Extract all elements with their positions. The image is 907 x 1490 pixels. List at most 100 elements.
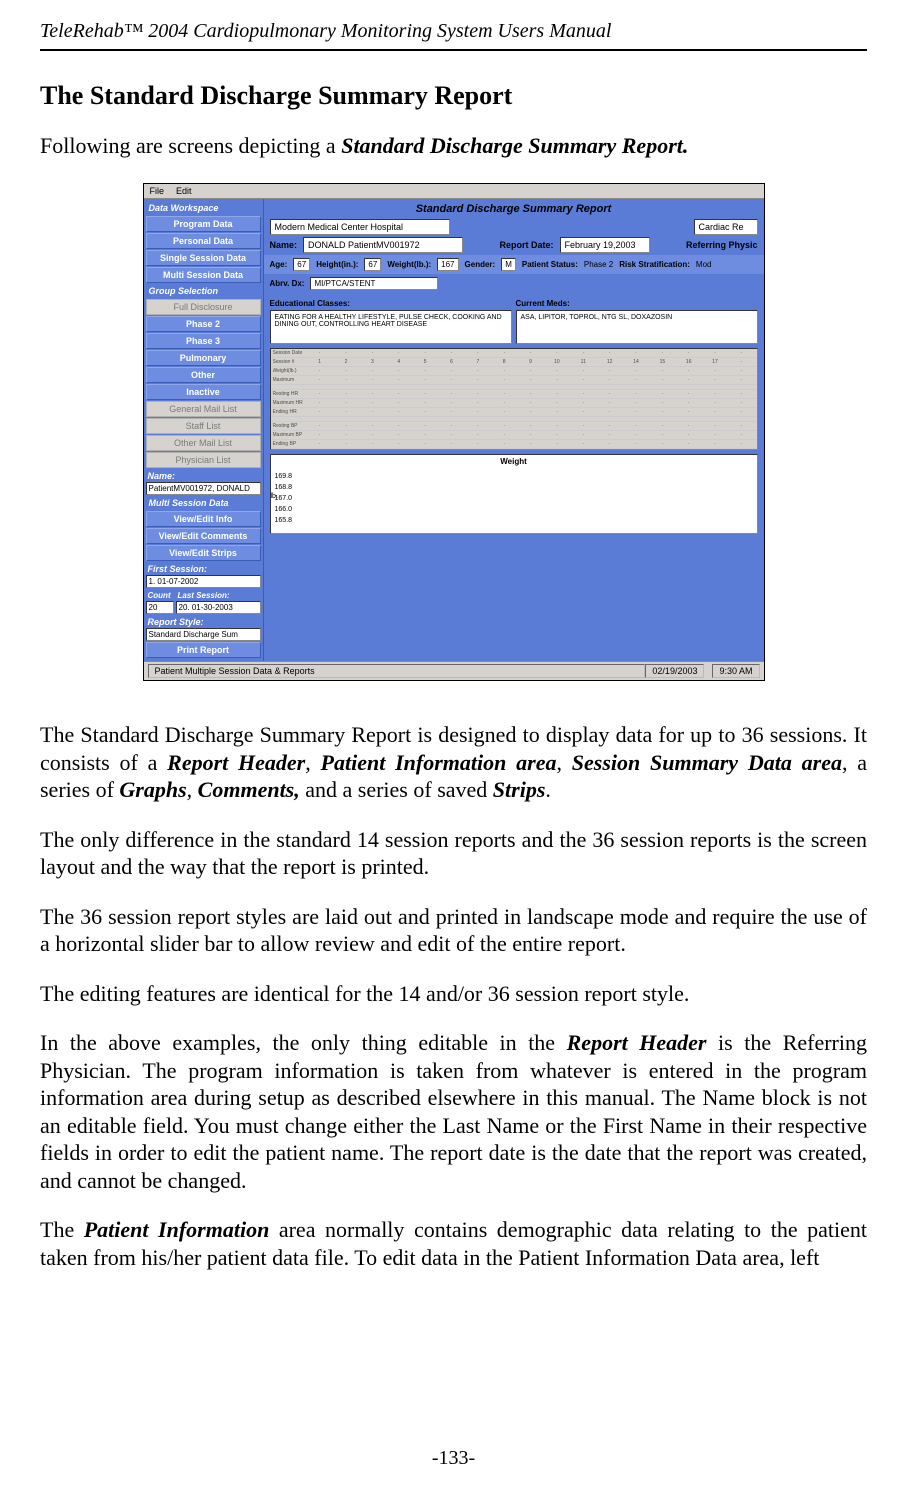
table-row-label: Ending BP bbox=[273, 441, 307, 447]
abrv-input[interactable]: MI/PTCA/STENT bbox=[310, 277, 438, 290]
table-row-label: Maximum HR bbox=[273, 400, 307, 406]
paragraph-1: The Standard Discharge Summary Report is… bbox=[40, 721, 867, 804]
text: and a series of saved bbox=[300, 777, 493, 802]
emphasis: Session Summary Data area bbox=[572, 750, 842, 775]
height-input[interactable]: 67 bbox=[364, 258, 381, 271]
content-pane: Standard Discharge Summary Report Modern… bbox=[264, 199, 764, 661]
intro-emphasis: Standard Discharge Summary Report. bbox=[341, 133, 688, 158]
age-input[interactable]: 67 bbox=[293, 258, 310, 271]
section-title: The Standard Discharge Summary Report bbox=[40, 81, 867, 111]
sidebar-last-session-input[interactable]: 20. 01-30-2003 bbox=[176, 601, 261, 614]
menu-file[interactable]: File bbox=[150, 186, 165, 196]
sidebar-item-inactive[interactable]: Inactive bbox=[146, 384, 261, 400]
patient-info-bar: Age: 67 Height(in.): 67 Weight(lb.): 167… bbox=[264, 255, 764, 274]
gender-label: Gender: bbox=[465, 260, 496, 269]
sidebar-item-view-edit-strips[interactable]: View/Edit Strips bbox=[146, 545, 261, 561]
paragraph-2: The only difference in the standard 14 s… bbox=[40, 826, 867, 881]
paragraph-3: The 36 session report styles are laid ou… bbox=[40, 903, 867, 958]
page-number: -133- bbox=[0, 1447, 907, 1470]
gender-input[interactable]: M bbox=[501, 258, 516, 271]
sidebar-count-input[interactable]: 20 bbox=[146, 601, 174, 614]
sidebar-count-label: Count bbox=[146, 589, 174, 600]
sidebar-item-phase2[interactable]: Phase 2 bbox=[146, 316, 261, 332]
table-row-label: Maximum BP bbox=[273, 432, 307, 438]
status-left: Patient Multiple Session Data & Reports bbox=[148, 664, 646, 678]
weight-chart-title: Weight bbox=[271, 455, 757, 468]
y-tick: 167.0 bbox=[275, 493, 293, 504]
table-row-label: Session Date bbox=[273, 350, 307, 356]
table-row-label: Weight(lb.) bbox=[273, 368, 307, 374]
edu-meds-row: Educational Classes: EATING FOR A HEALTH… bbox=[264, 293, 764, 346]
ref-phys-label: Referring Physic bbox=[686, 240, 758, 250]
edu-content[interactable]: EATING FOR A HEALTHY LIFESTYLE, PULSE CH… bbox=[270, 310, 512, 344]
sidebar-item-pulmonary[interactable]: Pulmonary bbox=[146, 350, 261, 366]
hospital-name-field[interactable]: Modern Medical Center Hospital bbox=[270, 219, 450, 235]
menu-edit[interactable]: Edit bbox=[176, 186, 192, 196]
text: , bbox=[305, 750, 320, 775]
risk-label: Risk Stratification: bbox=[619, 260, 690, 269]
sidebar-item-view-edit-info[interactable]: View/Edit Info bbox=[146, 511, 261, 527]
running-header: TeleRehab™ 2004 Cardiopulmonary Monitori… bbox=[40, 20, 867, 43]
risk-value: Mod bbox=[696, 260, 712, 269]
sidebar-item-print-report[interactable]: Print Report bbox=[146, 642, 261, 658]
height-label: Height(in.): bbox=[316, 260, 358, 269]
name-field: DONALD PatientMV001972 bbox=[303, 237, 463, 253]
sidebar-report-style-label: Report Style: bbox=[146, 615, 261, 627]
sidebar-first-session-input[interactable]: 1. 01-07-2002 bbox=[146, 575, 261, 588]
sidebar-item-other-mail: Other Mail List bbox=[146, 435, 261, 451]
y-tick: 169.8 bbox=[275, 471, 293, 482]
sidebar-name-input[interactable]: PatientMV001972, DONALD bbox=[146, 482, 261, 495]
emphasis: Report Header bbox=[167, 750, 305, 775]
report-date-label: Report Date: bbox=[499, 240, 553, 250]
weight-chart-yaxis: 169.8 168.8 167.0 166.0 165.8 bbox=[275, 471, 293, 526]
text: The bbox=[40, 1217, 84, 1242]
sidebar-group-multi-session-data: Multi Session Data bbox=[146, 496, 261, 510]
table-row-label: Ending HR bbox=[273, 409, 307, 415]
menubar: File Edit bbox=[144, 184, 764, 199]
status-value: Phase 2 bbox=[584, 260, 613, 269]
text: , bbox=[556, 750, 571, 775]
table-row-label: Session # bbox=[273, 359, 307, 365]
emphasis: Patient Information area bbox=[321, 750, 557, 775]
sidebar-group-group-selection: Group Selection bbox=[146, 284, 261, 298]
cardiac-field[interactable]: Cardiac Re bbox=[694, 219, 758, 235]
weight-input[interactable]: 167 bbox=[437, 258, 458, 271]
sidebar-item-view-edit-comments[interactable]: View/Edit Comments bbox=[146, 528, 261, 544]
y-tick: 168.8 bbox=[275, 482, 293, 493]
intro-paragraph: Following are screens depicting a Standa… bbox=[40, 133, 867, 159]
app-screenshot: File Edit Data Workspace Program Data Pe… bbox=[143, 183, 765, 681]
sidebar-item-single-session[interactable]: Single Session Data bbox=[146, 250, 261, 266]
sidebar-item-program-data[interactable]: Program Data bbox=[146, 216, 261, 232]
sidebar-item-multi-session[interactable]: Multi Session Data bbox=[146, 267, 261, 283]
emphasis: Strips bbox=[493, 777, 546, 802]
report-date-field: February 19,2003 bbox=[560, 237, 650, 253]
age-label: Age: bbox=[270, 260, 288, 269]
session-data-table[interactable]: Session Date················· Session #1… bbox=[270, 348, 758, 450]
sidebar-report-style-input[interactable]: Standard Discharge Sum bbox=[146, 628, 261, 641]
sidebar-group-data-workspace: Data Workspace bbox=[146, 201, 261, 215]
sidebar-item-personal-data[interactable]: Personal Data bbox=[146, 233, 261, 249]
sidebar-item-physician-list: Physician List bbox=[146, 452, 261, 468]
emphasis: Patient Information bbox=[84, 1217, 270, 1242]
paragraph-5: In the above examples, the only thing ed… bbox=[40, 1029, 867, 1194]
weight-chart: Weight lb. 169.8 168.8 167.0 166.0 165.8 bbox=[270, 454, 758, 534]
status-time: 9:30 AM bbox=[712, 664, 759, 678]
intro-text: Following are screens depicting a bbox=[40, 133, 341, 158]
report-header-row1: Modern Medical Center Hospital Cardiac R… bbox=[264, 219, 764, 237]
text: In the above examples, the only thing ed… bbox=[40, 1030, 567, 1055]
y-tick: 166.0 bbox=[275, 504, 293, 515]
sidebar-name-label: Name: bbox=[146, 469, 261, 481]
text: , bbox=[187, 777, 198, 802]
report-title: Standard Discharge Summary Report bbox=[264, 199, 764, 219]
sidebar-item-phase3[interactable]: Phase 3 bbox=[146, 333, 261, 349]
y-tick: 165.8 bbox=[275, 515, 293, 526]
emphasis: Graphs bbox=[119, 777, 186, 802]
sidebar-item-full-disclosure: Full Disclosure bbox=[146, 299, 261, 315]
emphasis: Comments, bbox=[198, 777, 300, 802]
sidebar-item-other[interactable]: Other bbox=[146, 367, 261, 383]
sidebar: Data Workspace Program Data Personal Dat… bbox=[144, 199, 264, 661]
sidebar-item-staff-list: Staff List bbox=[146, 418, 261, 434]
meds-content[interactable]: ASA, LIPITOR, TOPROL, NTG SL, DOXAZOSIN bbox=[516, 310, 758, 344]
sidebar-item-general-mail: General Mail List bbox=[146, 401, 261, 417]
abrv-label: Abrv. Dx: bbox=[270, 279, 305, 288]
